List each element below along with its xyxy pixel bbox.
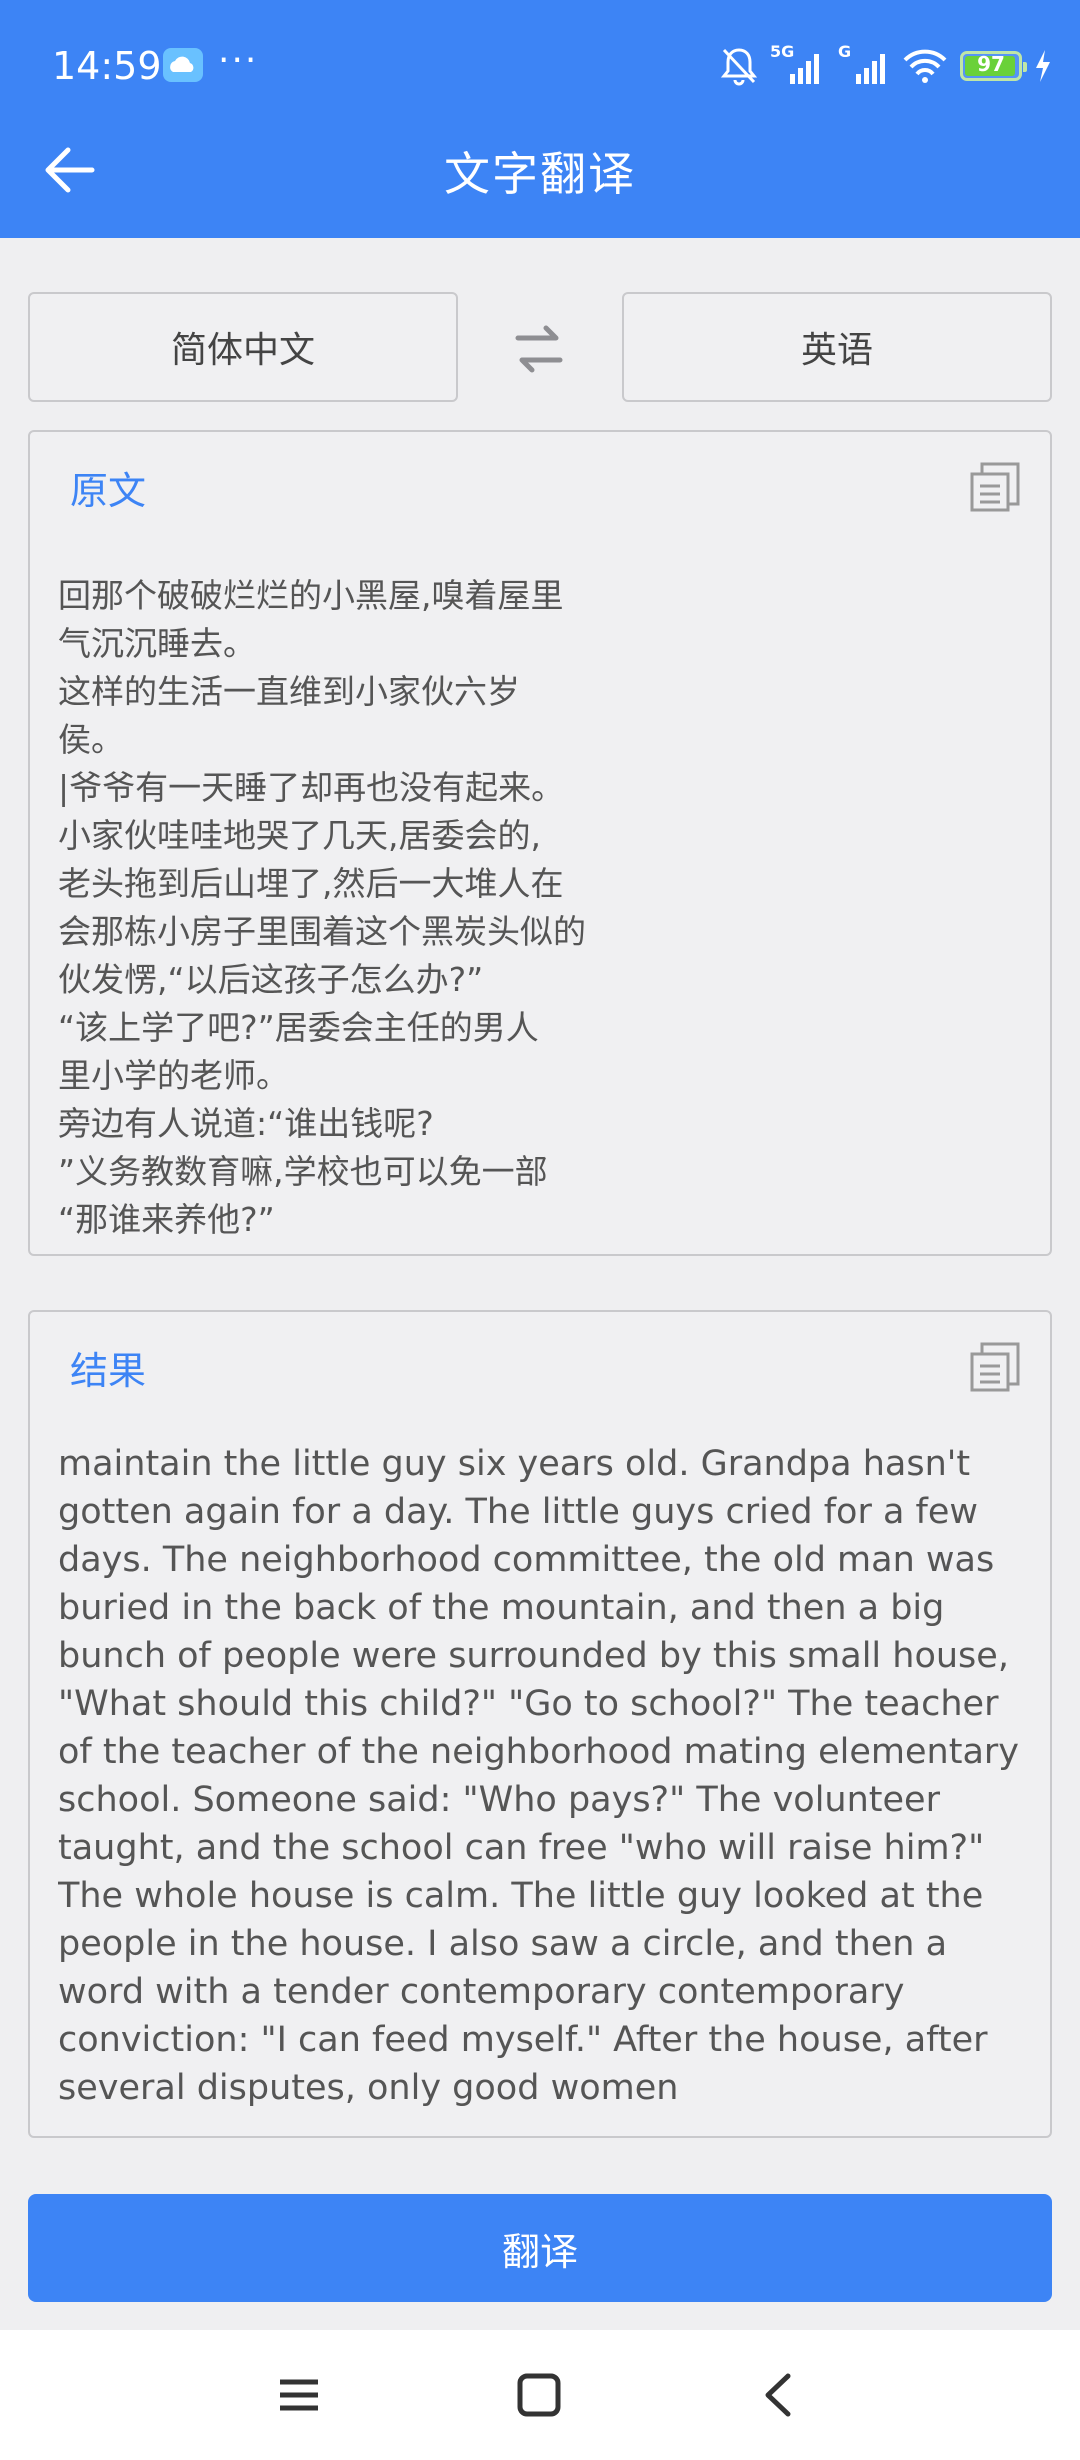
mute-bell-icon [720,48,758,86]
copy-icon[interactable] [968,460,1022,514]
status-icons: 5G G 97 [720,42,1052,88]
cloud-icon [163,48,203,82]
more-status-icon: ··· [218,40,259,81]
result-panel: 结果 maintain the little guy six years old… [28,1310,1052,2138]
source-label: 原文 [70,469,147,513]
swap-icon[interactable] [510,320,568,378]
status-time: 14:59 [52,44,162,88]
app-bar: 14:59 ··· 5G G 97 文字翻译 [0,0,1080,238]
result-label: 结果 [70,1349,147,1393]
copy-result-icon[interactable] [968,1340,1022,1394]
home-icon[interactable] [514,2370,564,2420]
charging-icon [1036,50,1050,82]
system-nav-bar [0,2330,1080,2460]
translate-button[interactable]: 翻译 [28,2194,1052,2302]
source-language-button[interactable]: 简体中文 [28,292,458,402]
signal-icon: 5G [770,42,824,86]
battery-icon: 97 [960,51,1027,81]
wifi-icon [903,49,947,83]
signal-icon-2: G [836,42,890,86]
source-panel: 原文 回那个破破烂烂的小黑屋,嗅着屋里 气沉沉睡去。 这样的生活一直维到小家伙六… [28,430,1052,1256]
target-language-button[interactable]: 英语 [622,292,1052,402]
page-title: 文字翻译 [444,147,636,201]
menu-icon[interactable] [274,2370,324,2420]
back-icon[interactable] [754,2370,804,2420]
result-text: maintain the little guy six years old. G… [58,1444,1020,2108]
source-text-input[interactable]: 回那个破破烂烂的小黑屋,嗅着屋里 气沉沉睡去。 这样的生活一直维到小家伙六岁 侯… [58,572,1026,1236]
